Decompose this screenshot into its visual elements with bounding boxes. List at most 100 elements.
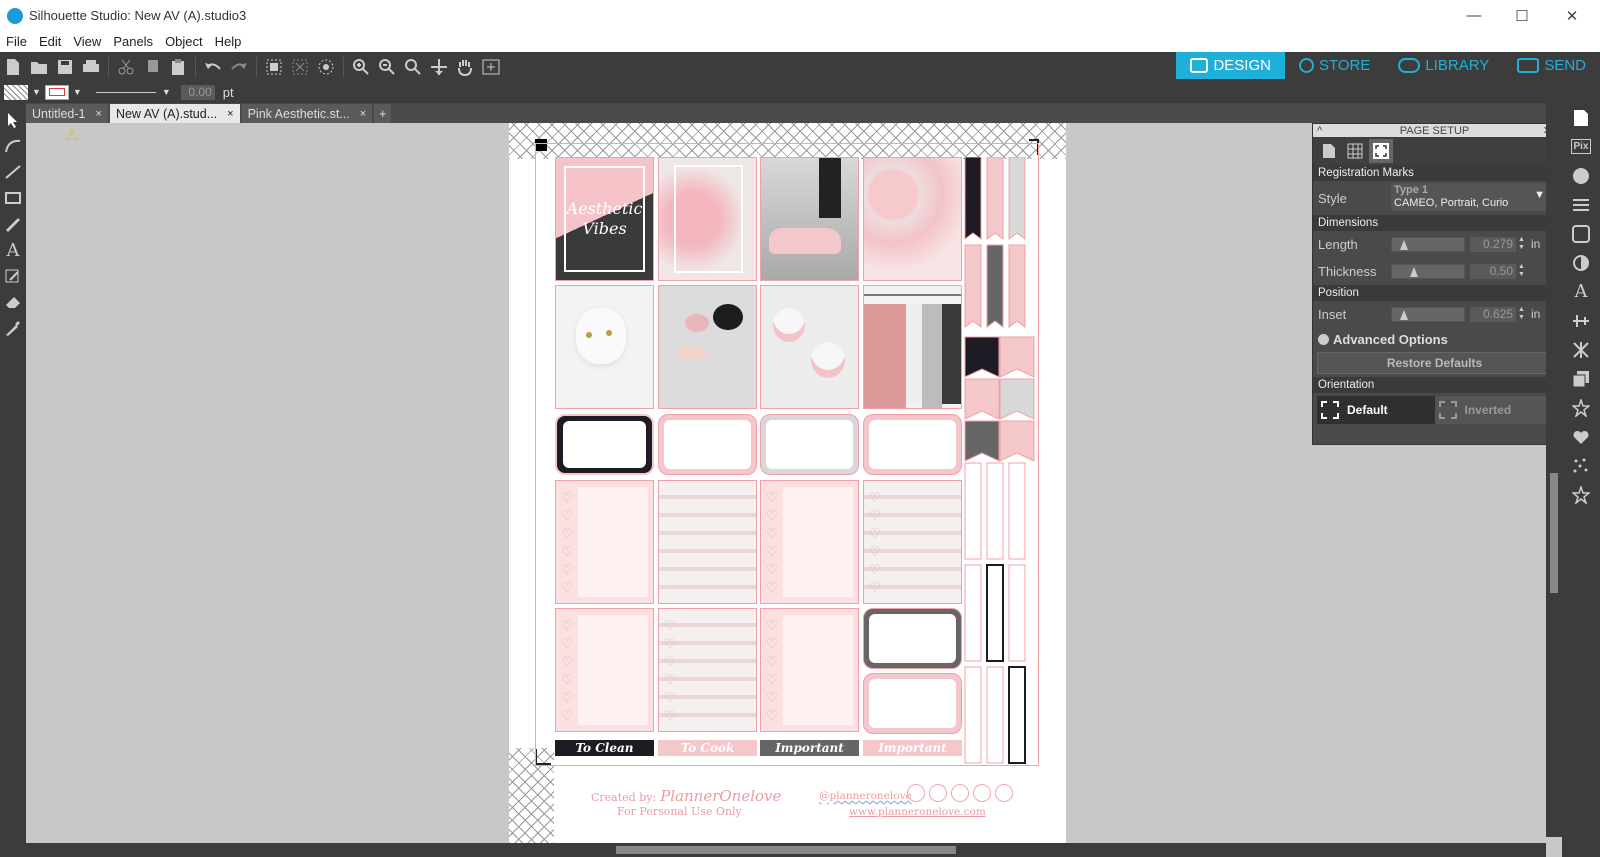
tab-design[interactable]: DESIGN xyxy=(1176,52,1285,79)
tab-library[interactable]: LIBRARY xyxy=(1384,52,1504,79)
favorites-star-icon[interactable] xyxy=(1562,480,1600,509)
scroll-thumb[interactable] xyxy=(1550,473,1558,593)
box-sticker-pink[interactable] xyxy=(658,414,757,475)
eyedropper-tool-icon[interactable] xyxy=(0,315,26,341)
line-color-swatch[interactable] xyxy=(44,84,69,100)
undo-icon[interactable] xyxy=(202,56,224,78)
offset-icon[interactable] xyxy=(1562,422,1600,451)
orientation-default-button[interactable]: Default xyxy=(1317,396,1435,424)
zoom-in-icon[interactable] xyxy=(350,56,372,78)
image-effects-icon[interactable] xyxy=(1562,219,1600,248)
label-to-cook[interactable]: To Cook xyxy=(658,740,757,756)
pan-hand-icon[interactable] xyxy=(454,56,476,78)
line-style-dropdown-icon[interactable]: ▼ xyxy=(162,87,171,97)
inset-stepper[interactable]: ▲ ▼ xyxy=(1518,306,1525,322)
thickness-input[interactable]: 0.50 xyxy=(1470,264,1516,279)
photo-tile-sneakers[interactable] xyxy=(760,157,859,281)
close-tab-icon[interactable]: × xyxy=(360,108,366,120)
replicate-icon[interactable] xyxy=(1562,364,1600,393)
photo-tile-white-cat[interactable] xyxy=(555,285,654,409)
advanced-options-toggle[interactable]: Advanced Options xyxy=(1313,328,1556,350)
box-sticker-black[interactable] xyxy=(555,414,654,475)
redo-icon[interactable] xyxy=(228,56,250,78)
label-to-clean[interactable]: To Clean xyxy=(555,740,654,756)
grid-settings-tab-icon[interactable] xyxy=(1343,139,1367,163)
fill-dropdown-icon[interactable]: ▼ xyxy=(32,87,41,97)
line-width-input[interactable]: 0.00 xyxy=(180,84,215,100)
copy-icon[interactable] xyxy=(141,56,163,78)
photo-tile-clothes-rack[interactable] xyxy=(863,285,962,409)
close-tab-icon[interactable]: × xyxy=(96,108,102,120)
registration-marks-tab-icon[interactable] xyxy=(1369,139,1393,163)
release-compound-icon[interactable] xyxy=(315,56,337,78)
inset-slider[interactable] xyxy=(1391,307,1465,322)
text-style-icon[interactable]: A xyxy=(1562,277,1600,306)
new-document-icon[interactable] xyxy=(2,56,24,78)
length-stepper[interactable]: ▲ ▼ xyxy=(1518,236,1525,252)
menu-edit[interactable]: Edit xyxy=(33,34,67,49)
photo-tile-flowers-hand[interactable] xyxy=(658,285,757,409)
zoom-select-icon[interactable] xyxy=(402,56,424,78)
open-folder-icon[interactable] xyxy=(28,56,50,78)
close-tab-icon[interactable]: × xyxy=(227,108,233,120)
label-important[interactable]: Important xyxy=(760,740,859,756)
paste-icon[interactable] xyxy=(167,56,189,78)
box-sticker-gray[interactable] xyxy=(760,414,859,475)
point-edit-tool-icon[interactable] xyxy=(0,133,26,159)
rectangle-tool-icon[interactable] xyxy=(0,185,26,211)
page-setup-icon[interactable] xyxy=(1562,103,1600,132)
cut-icon[interactable] xyxy=(115,56,137,78)
align-icon[interactable] xyxy=(1562,306,1600,335)
length-slider[interactable] xyxy=(1391,237,1465,252)
line-color-dropdown-icon[interactable]: ▼ xyxy=(73,87,82,97)
photo-tile-macarons[interactable]: ♡ ♡ ♡ ♡ ♡ ♡ xyxy=(658,608,757,732)
select-tool-icon[interactable] xyxy=(0,107,26,133)
orientation-inverted-button[interactable]: Inverted xyxy=(1434,396,1552,424)
drag-icon[interactable] xyxy=(428,56,450,78)
style-dropdown[interactable]: Type 1 CAMEO, Portrait, Curio ▼ xyxy=(1391,183,1551,211)
pencil-tool-icon[interactable] xyxy=(0,211,26,237)
tab-store[interactable]: STORE xyxy=(1284,52,1385,79)
slider-knob[interactable] xyxy=(1400,240,1408,250)
fit-to-page-icon[interactable] xyxy=(480,56,502,78)
contrast-icon[interactable] xyxy=(1562,248,1600,277)
photo-tile-roses[interactable] xyxy=(658,157,757,281)
zoom-out-icon[interactable] xyxy=(376,56,398,78)
line-style-preview[interactable] xyxy=(95,91,156,93)
inset-input[interactable]: 0.625 xyxy=(1470,307,1516,322)
line-style-icon[interactable] xyxy=(1562,190,1600,219)
trace-icon[interactable] xyxy=(1562,451,1600,480)
ungroup-icon[interactable] xyxy=(289,56,311,78)
doc-tab-untitled[interactable]: Untitled-1 × xyxy=(26,104,108,123)
label-important-pink[interactable]: Important xyxy=(863,740,962,756)
menu-view[interactable]: View xyxy=(67,34,107,49)
collapse-panel-icon[interactable]: ^ xyxy=(1317,125,1322,137)
warning-icon[interactable]: ⚠ xyxy=(65,126,78,144)
minimize-button[interactable]: — xyxy=(1450,0,1498,31)
page-settings-tab-icon[interactable] xyxy=(1317,139,1341,163)
photo-tile-cat-paws[interactable] xyxy=(760,285,859,409)
menu-object[interactable]: Object xyxy=(159,34,209,49)
slider-knob[interactable] xyxy=(1410,267,1418,277)
flag-stickers[interactable] xyxy=(964,157,1040,767)
checklist-tile[interactable]: ♡ ♡ ♡ ♡ ♡ ♡ xyxy=(760,608,859,732)
length-input[interactable]: 0.279 xyxy=(1470,237,1516,252)
group-icon[interactable] xyxy=(263,56,285,78)
thickness-stepper[interactable]: ▲ ▼ xyxy=(1518,263,1525,279)
fill-color-swatch[interactable] xyxy=(4,84,28,100)
maximize-button[interactable]: ☐ xyxy=(1498,0,1546,31)
thickness-slider[interactable] xyxy=(1391,264,1465,279)
horizontal-scrollbar[interactable] xyxy=(26,843,1546,857)
draw-tool-icon[interactable] xyxy=(0,263,26,289)
transform-icon[interactable] xyxy=(1562,335,1600,364)
close-button[interactable]: ✕ xyxy=(1548,0,1596,31)
pixscan-icon[interactable]: Pix xyxy=(1562,132,1600,161)
doc-tab-new-av[interactable]: New AV (A).stud... × xyxy=(109,104,240,123)
box-sticker-pink[interactable] xyxy=(863,414,962,475)
menu-panels[interactable]: Panels xyxy=(107,34,159,49)
menu-help[interactable]: Help xyxy=(209,34,248,49)
photo-tile[interactable]: Aesthetic Vibes xyxy=(555,157,654,281)
photo-tile-pink-roses[interactable] xyxy=(863,157,962,281)
box-sticker-gray-dark[interactable] xyxy=(863,608,962,669)
slider-knob[interactable] xyxy=(1400,310,1408,320)
